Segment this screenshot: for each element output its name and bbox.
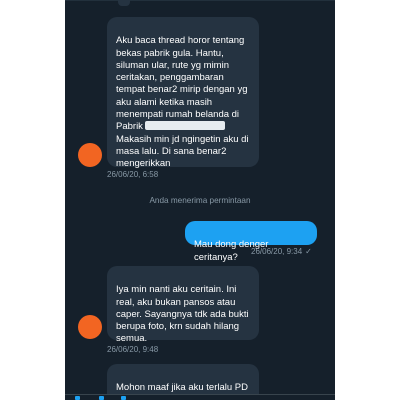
avatar[interactable]	[78, 315, 102, 339]
message-bubble-sent-1[interactable]: Mau dong denger ceritanya?	[185, 221, 317, 263]
previous-bubble-edge	[118, 0, 130, 6]
redaction-bar	[144, 121, 225, 131]
message-text: Mohon maaf jika aku terlalu PD	[116, 382, 249, 394]
message-bubble-received-2[interactable]: Iya min nanti aku ceritain. Ini real, ak…	[107, 266, 259, 344]
composer-icons[interactable]	[99, 396, 104, 400]
timestamp-1: 26/06/20, 6:58	[107, 170, 159, 179]
composer-icons[interactable]	[75, 396, 80, 400]
check-icon: ✓	[305, 247, 312, 256]
timestamp-2: 26/06/20, 9:34 ✓	[251, 247, 312, 256]
message-bubble-received-1[interactable]: Aku baca thread horor tentang bekas pabr…	[107, 17, 259, 170]
system-notice: Anda menerima permintaan	[149, 196, 251, 205]
top-divider	[65, 0, 335, 1]
composer-icons[interactable]	[121, 396, 126, 400]
message-text: Iya min nanti aku ceritain. Ini real, ak…	[116, 284, 249, 345]
timestamp-3: 26/06/20, 9:48	[107, 345, 159, 354]
message-text-after-redaction: Makasih min jd ngingetin aku di masa lal…	[116, 133, 249, 170]
dm-conversation: Aku baca thread horor tentang bekas pabr…	[65, 0, 335, 400]
composer-bar[interactable]	[65, 394, 335, 400]
message-text-before-redaction: Aku baca thread horor tentang bekas pabr…	[116, 35, 248, 133]
timestamp-text: 26/06/20, 9:34	[251, 247, 303, 256]
avatar[interactable]	[78, 143, 102, 167]
